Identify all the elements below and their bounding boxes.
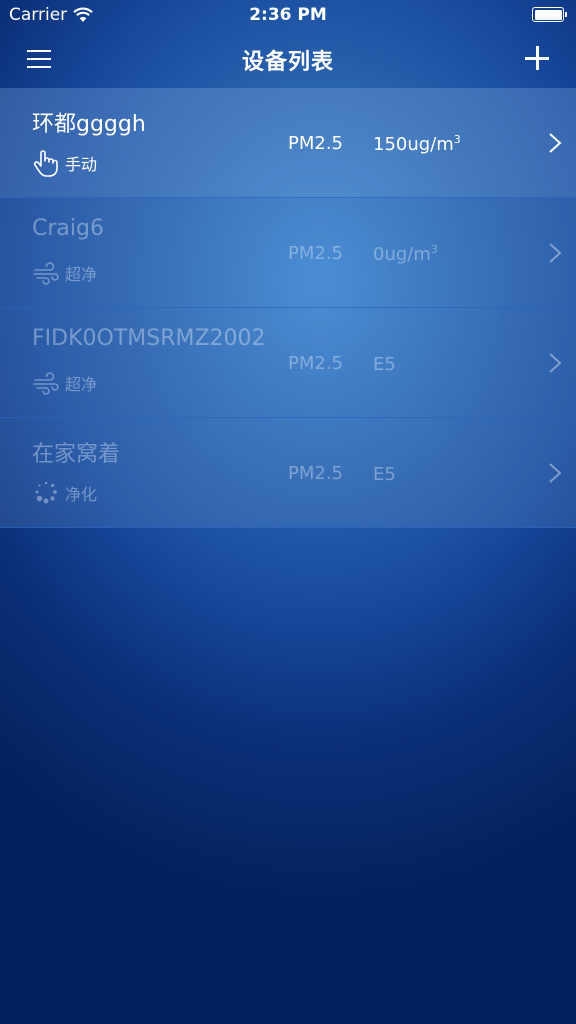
battery-icon xyxy=(532,7,567,22)
device-name: Craig6 xyxy=(32,216,104,241)
pm-value-text: E5 xyxy=(373,464,396,485)
chevron-right-icon[interactable] xyxy=(548,242,562,264)
device-mode-label: 超净 xyxy=(65,375,98,394)
add-icon[interactable] xyxy=(525,46,549,70)
pm-value: 150ug/m3 xyxy=(373,133,461,155)
device-name: 在家窝着 xyxy=(32,442,121,467)
pm-value: 0ug/m3 xyxy=(373,243,438,265)
pm-value: E5 xyxy=(373,353,396,375)
device-mode: 超净 xyxy=(32,368,97,398)
device-row[interactable]: Craig6 超净 PM2.5 0ug/m3 xyxy=(0,198,576,308)
pm-value-text: 150ug/m xyxy=(373,134,454,155)
device-name: FIDK0OTMSRMZ2002 xyxy=(32,326,266,351)
chevron-right-icon[interactable] xyxy=(548,132,562,154)
device-row[interactable]: 环都ggggh 手动 PM2.5 150ug/m3 xyxy=(0,88,576,198)
pm-value-unit-exponent: 3 xyxy=(453,133,461,146)
device-mode-label: 超净 xyxy=(65,265,98,284)
device-name: 环都ggggh xyxy=(32,112,146,137)
device-mode: 净化 xyxy=(32,478,97,508)
device-mode-label: 净化 xyxy=(65,485,98,504)
chevron-right-icon[interactable] xyxy=(548,352,562,374)
device-mode: 手动 xyxy=(32,148,97,178)
pm-label: PM2.5 xyxy=(288,353,344,374)
nav-bar: 设备列表 xyxy=(0,30,576,88)
device-mode-label: 手动 xyxy=(65,155,98,174)
status-bar: Carrier 2:36 PM xyxy=(0,0,576,30)
hand-icon xyxy=(33,150,58,177)
pm-label: PM2.5 xyxy=(288,133,344,154)
status-time: 2:36 PM xyxy=(249,5,327,25)
device-row[interactable]: 在家窝着 净化 PM2.5 E5 xyxy=(0,418,576,528)
pm-label: PM2.5 xyxy=(288,463,344,484)
chevron-right-icon[interactable] xyxy=(548,462,562,484)
device-list: 环都ggggh 手动 PM2.5 150ug/m3 Craig6 超净 PM2. xyxy=(0,88,576,528)
page-title: 设备列表 xyxy=(241,50,334,75)
pm-value-unit-exponent: 3 xyxy=(430,243,438,256)
pm-value-text: 0ug/m xyxy=(373,244,431,265)
wind-icon xyxy=(33,372,59,395)
wind-icon xyxy=(33,262,59,285)
device-mode: 超净 xyxy=(32,258,97,288)
device-row[interactable]: FIDK0OTMSRMZ2002 超净 PM2.5 E5 xyxy=(0,308,576,418)
pm-value: E5 xyxy=(373,463,396,485)
pm-label: PM2.5 xyxy=(288,243,344,264)
purify-icon xyxy=(35,481,57,504)
pm-value-text: E5 xyxy=(373,354,396,375)
battery-level xyxy=(534,9,562,20)
